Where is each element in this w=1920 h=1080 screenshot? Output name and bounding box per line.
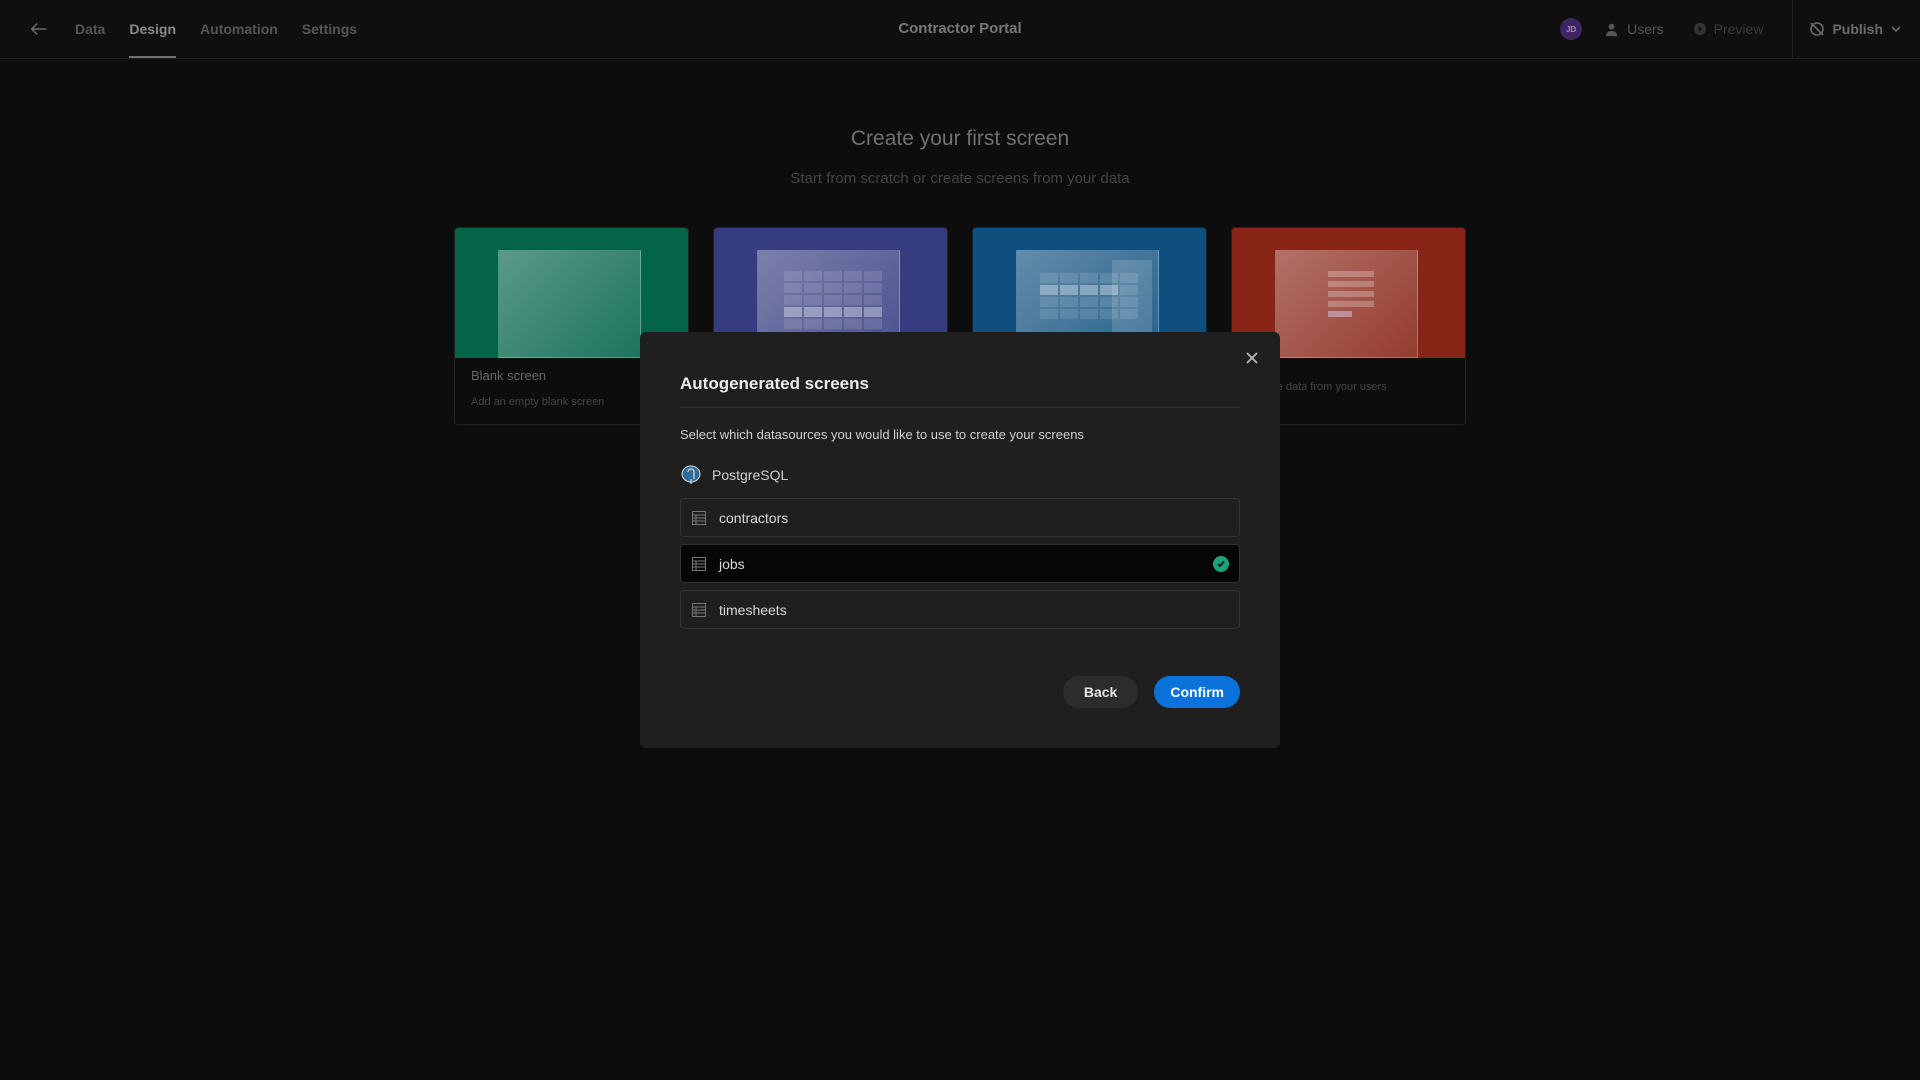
- table-list: contractors jobs timesheets: [680, 498, 1240, 636]
- checkmark-circle-icon: [1213, 555, 1229, 572]
- modal-subtitle: Select which datasources you would like …: [680, 427, 1084, 442]
- autogenerated-screens-modal: Autogenerated screens Select which datas…: [640, 332, 1280, 748]
- table-icon: [692, 602, 706, 617]
- table-icon: [692, 510, 706, 525]
- modal-overlay: Autogenerated screens Select which datas…: [0, 0, 1920, 1080]
- datasource-name: PostgreSQL: [712, 467, 789, 483]
- postgresql-icon: [681, 465, 701, 484]
- back-button[interactable]: Back: [1062, 676, 1139, 708]
- datasource-header: PostgreSQL: [680, 464, 788, 486]
- table-option-timesheets[interactable]: timesheets: [680, 590, 1240, 629]
- table-option-contractors[interactable]: contractors: [680, 498, 1240, 537]
- divider: [680, 407, 1240, 408]
- close-icon[interactable]: [1242, 348, 1262, 368]
- table-name: timesheets: [719, 601, 787, 618]
- modal-title: Autogenerated screens: [680, 374, 869, 393]
- table-name: jobs: [719, 555, 745, 572]
- table-option-jobs[interactable]: jobs: [680, 544, 1240, 583]
- table-name: contractors: [719, 509, 789, 526]
- confirm-button[interactable]: Confirm: [1154, 676, 1240, 708]
- table-icon: [692, 556, 706, 571]
